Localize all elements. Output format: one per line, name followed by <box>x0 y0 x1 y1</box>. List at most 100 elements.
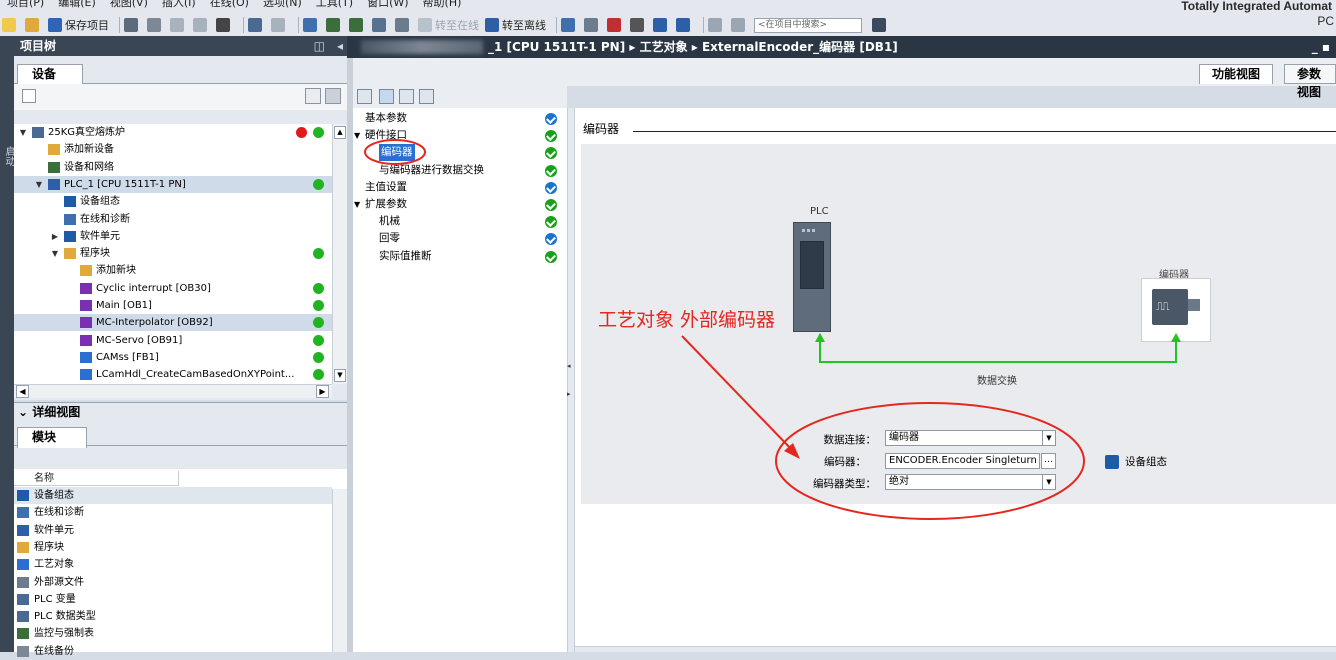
expander-down-icon[interactable]: ▼ <box>34 176 44 193</box>
detail-list-item[interactable]: 工艺对象 <box>14 556 332 573</box>
tree-item[interactable]: 添加新块 <box>14 262 332 279</box>
expander-right-icon[interactable]: ▶ <box>50 228 60 245</box>
open-project-button[interactable] <box>25 18 42 32</box>
search-button[interactable] <box>872 18 889 32</box>
menu-item[interactable]: 项目(P) <box>0 0 51 8</box>
splitter-right-arrow-icon[interactable]: ▸ <box>567 390 571 398</box>
copy-button[interactable] <box>170 18 187 32</box>
menu-item[interactable]: 窗口(W) <box>360 0 415 8</box>
detail-view-header[interactable]: ⌄ 详细视图 <box>14 402 347 421</box>
expander-down-icon[interactable]: ▼ <box>50 245 60 262</box>
column-header-name[interactable]: 名称 <box>14 471 179 486</box>
menu-item[interactable]: 编辑(E) <box>51 0 103 8</box>
expand-all-icon[interactable] <box>379 89 394 104</box>
menu-item[interactable]: 选项(N) <box>256 0 309 8</box>
tree-item[interactable]: ▼ 程序块 <box>14 245 332 262</box>
accessible-devices-button[interactable] <box>561 18 578 32</box>
tree-item[interactable]: ▼ PLC_1 [CPU 1511T-1 PN] <box>14 175 332 193</box>
project-tree-vscrollbar[interactable]: ▲ ▼ <box>332 124 347 384</box>
nav-item[interactable]: 主值设置 <box>365 179 407 196</box>
expander-down-icon[interactable]: ▼ <box>354 127 360 144</box>
detail-list-item[interactable]: 在线备份 <box>14 643 332 660</box>
scroll-left-icon[interactable]: ◀ <box>16 385 29 398</box>
tree-item[interactable]: MC-Interpolator [OB92] <box>14 314 332 332</box>
new-project-button[interactable] <box>2 18 19 32</box>
download-button[interactable] <box>326 18 343 32</box>
print-button[interactable] <box>124 18 141 32</box>
scroll-right-icon[interactable]: ▶ <box>316 385 329 398</box>
tree-item[interactable]: ▼ 25KG真空熔炼炉 <box>14 124 332 141</box>
detail-list-item[interactable]: 程序块 <box>14 539 332 556</box>
undo-button[interactable] <box>248 18 265 32</box>
tree-item[interactable]: 在线和诊断 <box>14 211 332 228</box>
tree-item[interactable]: 添加新设备 <box>14 141 332 158</box>
panel-splitter[interactable]: ◂ ▸ <box>567 108 575 652</box>
nav-item[interactable]: 基本参数 <box>365 110 407 127</box>
tree-item[interactable]: Cyclic interrupt [OB30] <box>14 280 332 297</box>
monitor-button[interactable] <box>607 18 624 32</box>
detail-list-item[interactable]: PLC 变量 <box>14 591 332 608</box>
window-controls[interactable]: _ ▪ <box>1312 36 1330 58</box>
detail-list-item[interactable]: 设备组态 <box>14 487 332 504</box>
dropdown-arrow-icon[interactable]: ▼ <box>1042 431 1055 445</box>
scroll-up-icon[interactable]: ▲ <box>334 126 346 139</box>
nav-item[interactable]: 编码器 <box>379 144 415 162</box>
tree-item[interactable]: LCamHdl_CreateCamBasedOnXYPoint... <box>14 366 332 383</box>
pin-icon[interactable]: ◫ <box>314 36 325 56</box>
encoder-browse-button[interactable]: … <box>1041 453 1056 469</box>
paste-button[interactable] <box>193 18 210 32</box>
add-item-icon[interactable] <box>325 88 341 104</box>
splitter-left-arrow-icon[interactable]: ◂ <box>567 362 571 370</box>
split-vertical-button[interactable] <box>676 18 693 32</box>
nav-item[interactable]: 扩展参数 <box>365 196 407 213</box>
detail-list-item[interactable]: 监控与强制表 <box>14 625 332 642</box>
tree-item[interactable]: ▶ 软件单元 <box>14 228 332 245</box>
project-tree-hscrollbar[interactable]: ◀ ▶ <box>14 384 332 398</box>
encoder-type-select[interactable]: 绝对 ▼ <box>885 474 1056 490</box>
delete-button[interactable] <box>216 18 233 32</box>
nav-item[interactable]: 实际值推断 <box>379 248 432 265</box>
device-config-link[interactable]: 设备组态 <box>1105 454 1167 469</box>
tree-item[interactable]: 设备组态 <box>14 193 332 210</box>
tab-devices[interactable]: 设备 <box>17 64 84 85</box>
menu-item[interactable]: 工具(T) <box>309 0 360 8</box>
overview-icon[interactable] <box>305 88 321 104</box>
go-online-button[interactable]: 转至在线 <box>418 17 479 33</box>
dropdown-arrow-icon[interactable]: ▼ <box>1042 475 1055 489</box>
menu-item[interactable]: 视图(V) <box>103 0 155 8</box>
detail-list-item[interactable]: 在线和诊断 <box>14 504 332 521</box>
nav-item[interactable]: 机械 <box>379 213 400 230</box>
expander-down-icon[interactable]: ▼ <box>354 196 360 213</box>
redo-button[interactable] <box>271 18 288 32</box>
close-x-button[interactable] <box>630 18 647 32</box>
layout2-button[interactable] <box>731 18 748 32</box>
layout-button[interactable] <box>708 18 725 32</box>
detail-list-item[interactable]: 软件单元 <box>14 522 332 539</box>
tree-item[interactable]: CAMss [FB1] <box>14 349 332 366</box>
tab-parameter-view[interactable]: 参数视图 <box>1284 64 1336 99</box>
filter-icon[interactable] <box>357 89 372 104</box>
upload-button[interactable] <box>349 18 366 32</box>
device-tree-icon[interactable] <box>22 89 36 103</box>
go-offline-button[interactable]: 转至离线 <box>485 17 546 33</box>
nav-item[interactable]: 硬件接口 <box>365 127 407 144</box>
cut-button[interactable] <box>147 18 164 32</box>
menu-item[interactable]: 在线(O) <box>203 0 256 8</box>
project-search-input[interactable]: <在项目中搜索> <box>754 17 862 33</box>
cross-reference-button[interactable] <box>584 18 601 32</box>
compile-button[interactable] <box>303 18 320 32</box>
disk-button[interactable] <box>395 18 412 32</box>
detail-list-item[interactable]: 外部源文件 <box>14 574 332 591</box>
data-connection-select[interactable]: 编码器 ▼ <box>885 430 1056 446</box>
portal-view-strip[interactable]: 启动 <box>0 36 14 652</box>
collapse-all-icon[interactable] <box>399 89 414 104</box>
detail-list-item[interactable]: PLC 数据类型 <box>14 608 332 625</box>
split-horizontal-button[interactable] <box>653 18 670 32</box>
scroll-down-icon[interactable]: ▼ <box>334 369 346 382</box>
tree-item[interactable]: 设备和网络 <box>14 159 332 176</box>
encoder-field[interactable]: ENCODER.Encoder Singleturn <box>885 453 1040 469</box>
detail-view-vscrollbar[interactable] <box>332 489 347 652</box>
tab-modules[interactable]: 模块 <box>17 427 88 448</box>
menu-item[interactable]: 插入(I) <box>155 0 203 8</box>
save-project-button[interactable]: 保存项目 <box>48 17 109 33</box>
